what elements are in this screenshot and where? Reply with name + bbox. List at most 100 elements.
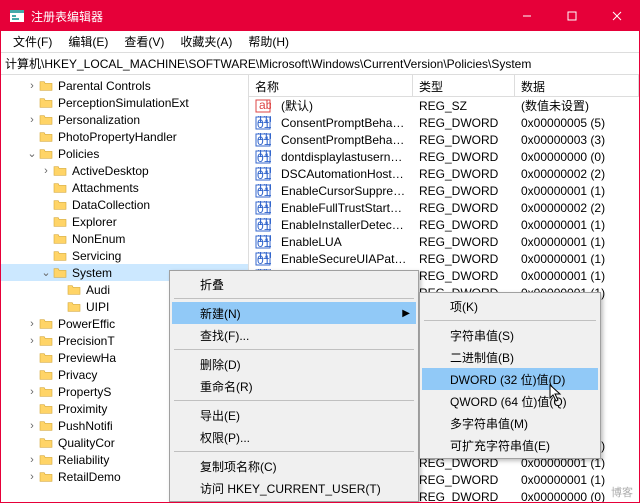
expand-icon[interactable]: › [39,165,53,177]
maximize-button[interactable] [549,1,594,31]
ctx-find[interactable]: 查找(F)... [172,324,416,346]
binary-value-icon: 110011 [255,133,271,147]
svg-text:ab: ab [259,99,271,112]
collapse-icon[interactable]: ⌄ [25,147,39,160]
tree-label: DataCollection [72,198,150,212]
value-data: 0x00000005 (5) [515,116,639,130]
folder-icon [39,402,55,416]
value-data: 0x00000001 (1) [515,184,639,198]
menu-edit[interactable]: 编辑(E) [60,31,116,52]
close-button[interactable] [594,1,639,31]
folder-icon [39,470,55,484]
tree-label: Audi [86,283,110,297]
folder-icon [39,317,55,331]
binary-value-icon: 110011 [255,218,271,232]
ctx-new-binary[interactable]: 二进制值(B) [422,346,598,368]
list-row[interactable]: 110011dontdisplaylastuserna...REG_DWORD0… [249,148,639,165]
value-data: 0x00000001 (1) [515,269,639,283]
window-title: 注册表编辑器 [31,8,504,25]
list-row[interactable]: ab(默认)REG_SZ(数值未设置) [249,97,639,114]
ctx-new-qword[interactable]: QWORD (64 位)值(Q) [422,390,598,412]
titlebar[interactable]: 注册表编辑器 [1,1,639,31]
value-data: 0x00000001 (1) [515,235,639,249]
expand-icon[interactable]: › [25,471,39,483]
tree-label: Attachments [72,181,139,195]
svg-text:011: 011 [257,236,271,249]
registry-editor-window: 注册表编辑器 文件(F) 编辑(E) 查看(V) 收藏夹(A) 帮助(H) 计算… [0,0,640,503]
tree-label: PowerEffic [58,317,115,331]
list-row[interactable]: 110011EnableCursorSuppressi...REG_DWORD0… [249,182,639,199]
tree-item[interactable]: › Personalization [1,111,248,128]
expand-icon[interactable]: › [25,420,39,432]
tree-item[interactable]: › Parental Controls [1,77,248,94]
list-row[interactable]: 110011EnableLUAREG_DWORD0x00000001 (1) [249,233,639,250]
menu-help[interactable]: 帮助(H) [240,31,297,52]
tree-item[interactable]: NonEnum [1,230,248,247]
ctx-new-key[interactable]: 项(K) [422,295,598,317]
ctx-new-dword[interactable]: DWORD (32 位)值(D) [422,368,598,390]
value-name: ConsentPromptBehavi... [275,116,413,130]
expand-icon[interactable]: › [25,318,39,330]
menubar: 文件(F) 编辑(E) 查看(V) 收藏夹(A) 帮助(H) [1,31,639,53]
tree-item[interactable]: Servicing [1,247,248,264]
list-row[interactable]: 110011ConsentPromptBehavi...REG_DWORD0x0… [249,114,639,131]
tree-label: Personalization [58,113,140,127]
tree-label: Policies [58,147,99,161]
ctx-new-string[interactable]: 字符串值(S) [422,324,598,346]
tree-item[interactable]: ⌄ Policies [1,145,248,162]
expand-icon[interactable]: › [25,454,39,466]
separator [174,298,414,299]
folder-icon [53,215,69,229]
app-icon [9,8,25,24]
tree-label: Privacy [58,368,97,382]
ctx-delete[interactable]: 删除(D) [172,353,416,375]
ctx-rename[interactable]: 重命名(R) [172,375,416,397]
value-name: EnableSecureUIAPaths [275,252,413,266]
menu-favorites[interactable]: 收藏夹(A) [172,31,240,52]
list-row[interactable]: 110011EnableFullTrustStartup...REG_DWORD… [249,199,639,216]
ctx-collapse[interactable]: 折叠 [172,273,416,295]
tree-item[interactable]: DataCollection [1,196,248,213]
tree-label: System [72,266,112,280]
address-value: 计算机\HKEY_LOCAL_MACHINE\SOFTWARE\Microsof… [5,55,531,72]
expand-icon[interactable]: › [25,114,39,126]
col-type[interactable]: 类型 [413,75,515,96]
expand-icon[interactable]: › [25,335,39,347]
collapse-icon[interactable]: ⌄ [39,266,53,279]
expand-icon[interactable]: › [25,80,39,92]
folder-icon [39,130,55,144]
col-name[interactable]: 名称 [249,75,413,96]
list-row[interactable]: 110011ConsentPromptBehavi...REG_DWORD0x0… [249,131,639,148]
ctx-permissions[interactable]: 权限(P)... [172,426,416,448]
ctx-new-expandstring[interactable]: 可扩充字符串值(E) [422,434,598,456]
menu-view[interactable]: 查看(V) [116,31,172,52]
tree-item[interactable]: Explorer [1,213,248,230]
minimize-button[interactable] [504,1,549,31]
folder-icon [53,198,69,212]
tree-label: Parental Controls [58,79,151,93]
ctx-copy-key-name[interactable]: 复制项名称(C) [172,455,416,477]
ctx-new-multistring[interactable]: 多字符串值(M) [422,412,598,434]
folder-icon [39,334,55,348]
tree-item[interactable]: PhotoPropertyHandler [1,128,248,145]
tree-item[interactable]: Attachments [1,179,248,196]
tree-label: PhotoPropertyHandler [58,130,177,144]
value-name: EnableFullTrustStartup... [275,201,413,215]
ctx-goto-hkcu[interactable]: 访问 HKEY_CURRENT_USER(T) [172,477,416,499]
svg-text:011: 011 [257,219,271,232]
folder-icon [39,79,55,93]
ctx-new[interactable]: 新建(N)▶ [172,302,416,324]
expand-icon[interactable]: › [25,386,39,398]
address-bar[interactable]: 计算机\HKEY_LOCAL_MACHINE\SOFTWARE\Microsof… [1,53,639,75]
folder-icon [53,249,69,263]
value-type: REG_DWORD [413,252,515,266]
ctx-export[interactable]: 导出(E) [172,404,416,426]
tree-item[interactable]: PerceptionSimulationExt [1,94,248,111]
menu-file[interactable]: 文件(F) [5,31,60,52]
folder-icon [67,283,83,297]
tree-item[interactable]: ›ActiveDesktop [1,162,248,179]
list-row[interactable]: 110011EnableSecureUIAPathsREG_DWORD0x000… [249,250,639,267]
list-row[interactable]: 110011EnableInstallerDetectionREG_DWORD0… [249,216,639,233]
list-row[interactable]: 110011DSCAutomationHostEn...REG_DWORD0x0… [249,165,639,182]
col-data[interactable]: 数据 [515,75,639,96]
